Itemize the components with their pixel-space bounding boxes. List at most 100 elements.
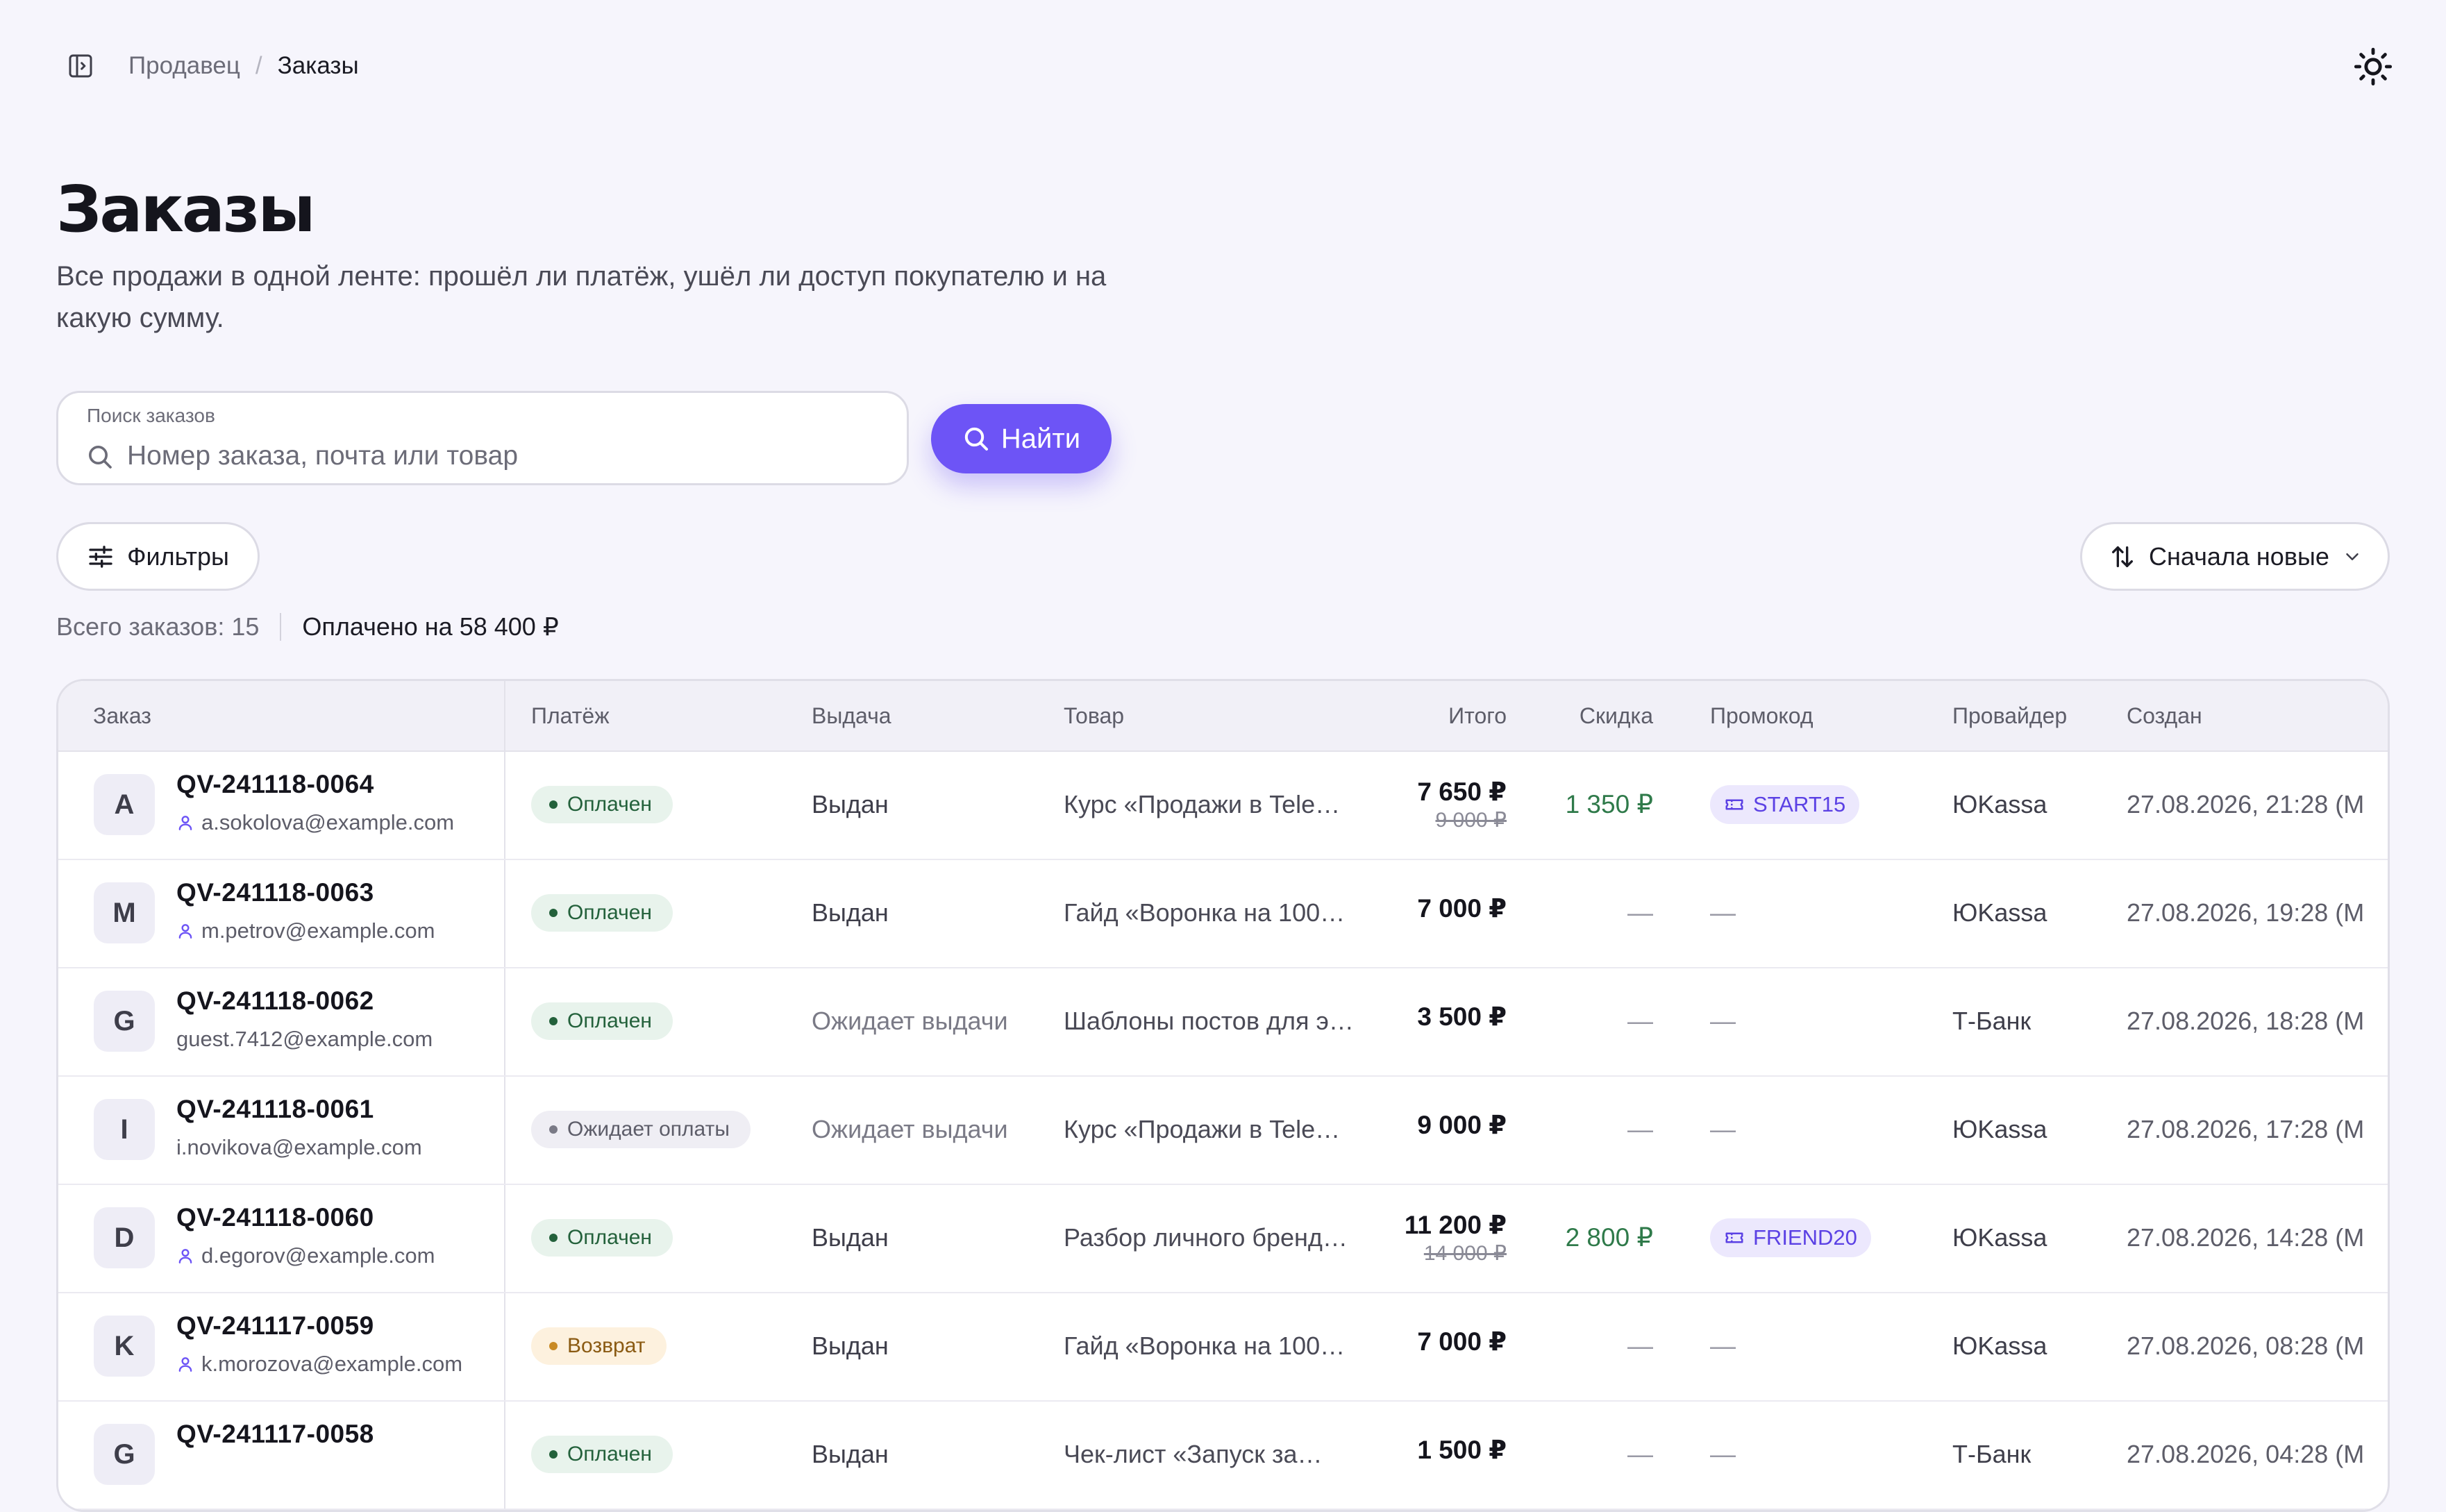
promo-code-label: START15 (1753, 792, 1846, 816)
table-row[interactable]: M QV-241118-0063 m.petrov@example.com Оплач… (58, 859, 2388, 968)
created-date: 27.08.2026, 04:28 (М (2127, 1440, 2365, 1468)
theme-toggle-button[interactable] (2351, 44, 2395, 89)
total-amount: 3 500 ₽ (1417, 1002, 1507, 1031)
created-date: 27.08.2026, 19:28 (М (2127, 898, 2365, 927)
user-icon (178, 924, 192, 939)
search-label: Поиск заказов (87, 405, 215, 426)
filters-button-label: Фильтры (127, 541, 229, 571)
payment-status-label: Оплачен (567, 1226, 652, 1249)
order-id-link[interactable]: QV-241118-0063 (176, 878, 374, 907)
avatar: M (94, 882, 155, 943)
delivery-status: Выдан (812, 1223, 889, 1252)
breadcrumb-seller-link[interactable]: Продавец (128, 52, 240, 80)
table-row[interactable]: A QV-241118-0064 a.sokolova@example.com Опл… (58, 750, 2388, 860)
customer-email: a.sokolova@example.com (176, 810, 454, 835)
order-id-link[interactable]: QV-241118-0060 (176, 1203, 374, 1232)
orders-count: Всего заказов: 15 (56, 612, 260, 641)
orders-table: Заказ Платёж Выдача Товар Итого Скидка П… (56, 679, 2390, 1512)
sidebar-panel-icon (69, 54, 92, 78)
product-name: Шаблоны постов для э… (1064, 1007, 1354, 1035)
avatar: I (94, 1099, 155, 1160)
find-button[interactable]: Найти (931, 404, 1112, 473)
payment-status-badge: Оплачен (531, 1436, 673, 1473)
sidebar-toggle-button[interactable] (53, 39, 108, 93)
product-name: Гайд «Воронка на 100… (1064, 898, 1346, 927)
paid-total: Оплачено на 58 400 ₽ (302, 612, 559, 641)
product-name: Курс «Продажи в Tele… (1064, 790, 1341, 818)
page-subtitle: Все продажи в одной ленте: прошёл ли пла… (56, 261, 1107, 333)
filters-button[interactable]: Фильтры (56, 522, 260, 591)
customer-email-text: a.sokolova@example.com (201, 810, 455, 834)
breadcrumb-separator: / (255, 52, 262, 79)
created-date: 27.08.2026, 17:28 (М (2127, 1115, 2365, 1143)
search-box: Поиск заказов (56, 391, 909, 485)
order-total: 7 000 ₽ (1417, 1327, 1507, 1356)
total-amount: 7 650 ₽ (1417, 778, 1507, 806)
delivery-status: Выдан (812, 790, 889, 818)
avatar: D (94, 1207, 155, 1268)
order-total: 11 200 ₽ 14 000 ₽ (1405, 1210, 1507, 1266)
summary-divider (280, 613, 282, 641)
status-dot (549, 909, 558, 917)
table-header: Заказ Платёж Выдача Товар Итого Скидка П… (58, 681, 2388, 752)
payment-status-badge: Оплачен (531, 894, 673, 932)
payment-status-label: Оплачен (567, 1009, 652, 1032)
table-row[interactable]: K QV-241117-0059 k.morozova@example.com Воз… (58, 1292, 2388, 1402)
orders-page: Продавец / Заказы Заказы Все продажи в о… (0, 0, 2446, 1512)
product-name: Чек-лист «Запуск за… (1064, 1440, 1323, 1468)
order-id-link[interactable]: QV-241117-0059 (176, 1311, 374, 1341)
column-header-order: Заказ (93, 703, 151, 728)
order-total: 9 000 ₽ (1417, 1110, 1507, 1140)
discount-amount: — (1627, 1007, 1653, 1035)
customer-email: guest.7412@example.com (176, 1027, 433, 1052)
table-row[interactable]: D QV-241118-0060 d.egorov@example.com Оплач… (58, 1184, 2388, 1293)
customer-email-text: i.novikova@example.com (176, 1135, 422, 1159)
user-icon (178, 1249, 192, 1263)
payment-status-badge: Оплачен (531, 1219, 673, 1257)
table-row[interactable]: I QV-241118-0061 i.novikova@example.com Ожи… (58, 1075, 2388, 1185)
order-id-link[interactable]: QV-241118-0064 (176, 770, 374, 799)
customer-email-text: d.egorov@example.com (201, 1243, 435, 1268)
order-id-link[interactable]: QV-241117-0058 (176, 1420, 374, 1449)
payment-provider: ЮKassa (1952, 1332, 2047, 1360)
order-id-link[interactable]: QV-241118-0061 (176, 1095, 374, 1124)
order-total: 7 000 ₽ (1417, 893, 1507, 923)
total-amount: 1 500 ₽ (1417, 1436, 1507, 1464)
payment-status-label: Оплачен (567, 793, 652, 816)
discount-amount: 1 350 ₽ (1565, 790, 1653, 818)
status-dot (549, 1450, 558, 1459)
original-price: 9 000 ₽ (1435, 809, 1507, 832)
customer-email-text: m.petrov@example.com (201, 918, 435, 943)
total-amount: 7 000 ₽ (1417, 894, 1507, 923)
delivery-status: Ожидает выдачи (812, 1007, 1008, 1035)
column-header-total: Итого (1448, 703, 1507, 728)
product-name: Гайд «Воронка на 100… (1064, 1332, 1346, 1360)
table-row[interactable]: G QV-241118-0062 guest.7412@example.com Опл… (58, 967, 2388, 1077)
breadcrumb-current: Заказы (277, 52, 359, 79)
payment-status-label: Оплачен (567, 901, 652, 924)
order-total: 7 650 ₽ 9 000 ₽ (1417, 777, 1507, 832)
column-header-payment: Платёж (531, 703, 610, 728)
created-date: 27.08.2026, 18:28 (М (2127, 1007, 2365, 1035)
promo-code-label: FRIEND20 (1753, 1225, 1857, 1250)
avatar: G (94, 991, 155, 1052)
promo-code-empty: — (1710, 898, 1736, 927)
breadcrumb: Продавец / Заказы (128, 52, 359, 80)
promo-code-badge: START15 (1710, 785, 1860, 824)
column-header-discount: Скидка (1579, 703, 1653, 728)
payment-status-badge: Возврат (531, 1327, 667, 1365)
sort-select[interactable]: Сначала новые (2080, 522, 2390, 591)
created-date: 27.08.2026, 21:28 (М (2127, 790, 2365, 818)
sort-select-label: Сначала новые (2149, 541, 2329, 571)
table-row[interactable]: G QV-241117-0058 Оплачен Выдан Чек-лист «Зап… (58, 1400, 2388, 1510)
sort-arrows-icon (2112, 546, 2133, 567)
total-amount: 11 200 ₽ (1404, 1211, 1507, 1239)
status-dot (549, 1234, 558, 1242)
avatar: G (94, 1424, 155, 1485)
find-button-label: Найти (1000, 423, 1081, 454)
status-dot (549, 1342, 558, 1350)
customer-email: k.morozova@example.com (176, 1352, 462, 1377)
search-input[interactable] (127, 438, 877, 474)
order-id-link[interactable]: QV-241118-0062 (176, 986, 374, 1016)
promo-code-badge: FRIEND20 (1710, 1218, 1871, 1257)
